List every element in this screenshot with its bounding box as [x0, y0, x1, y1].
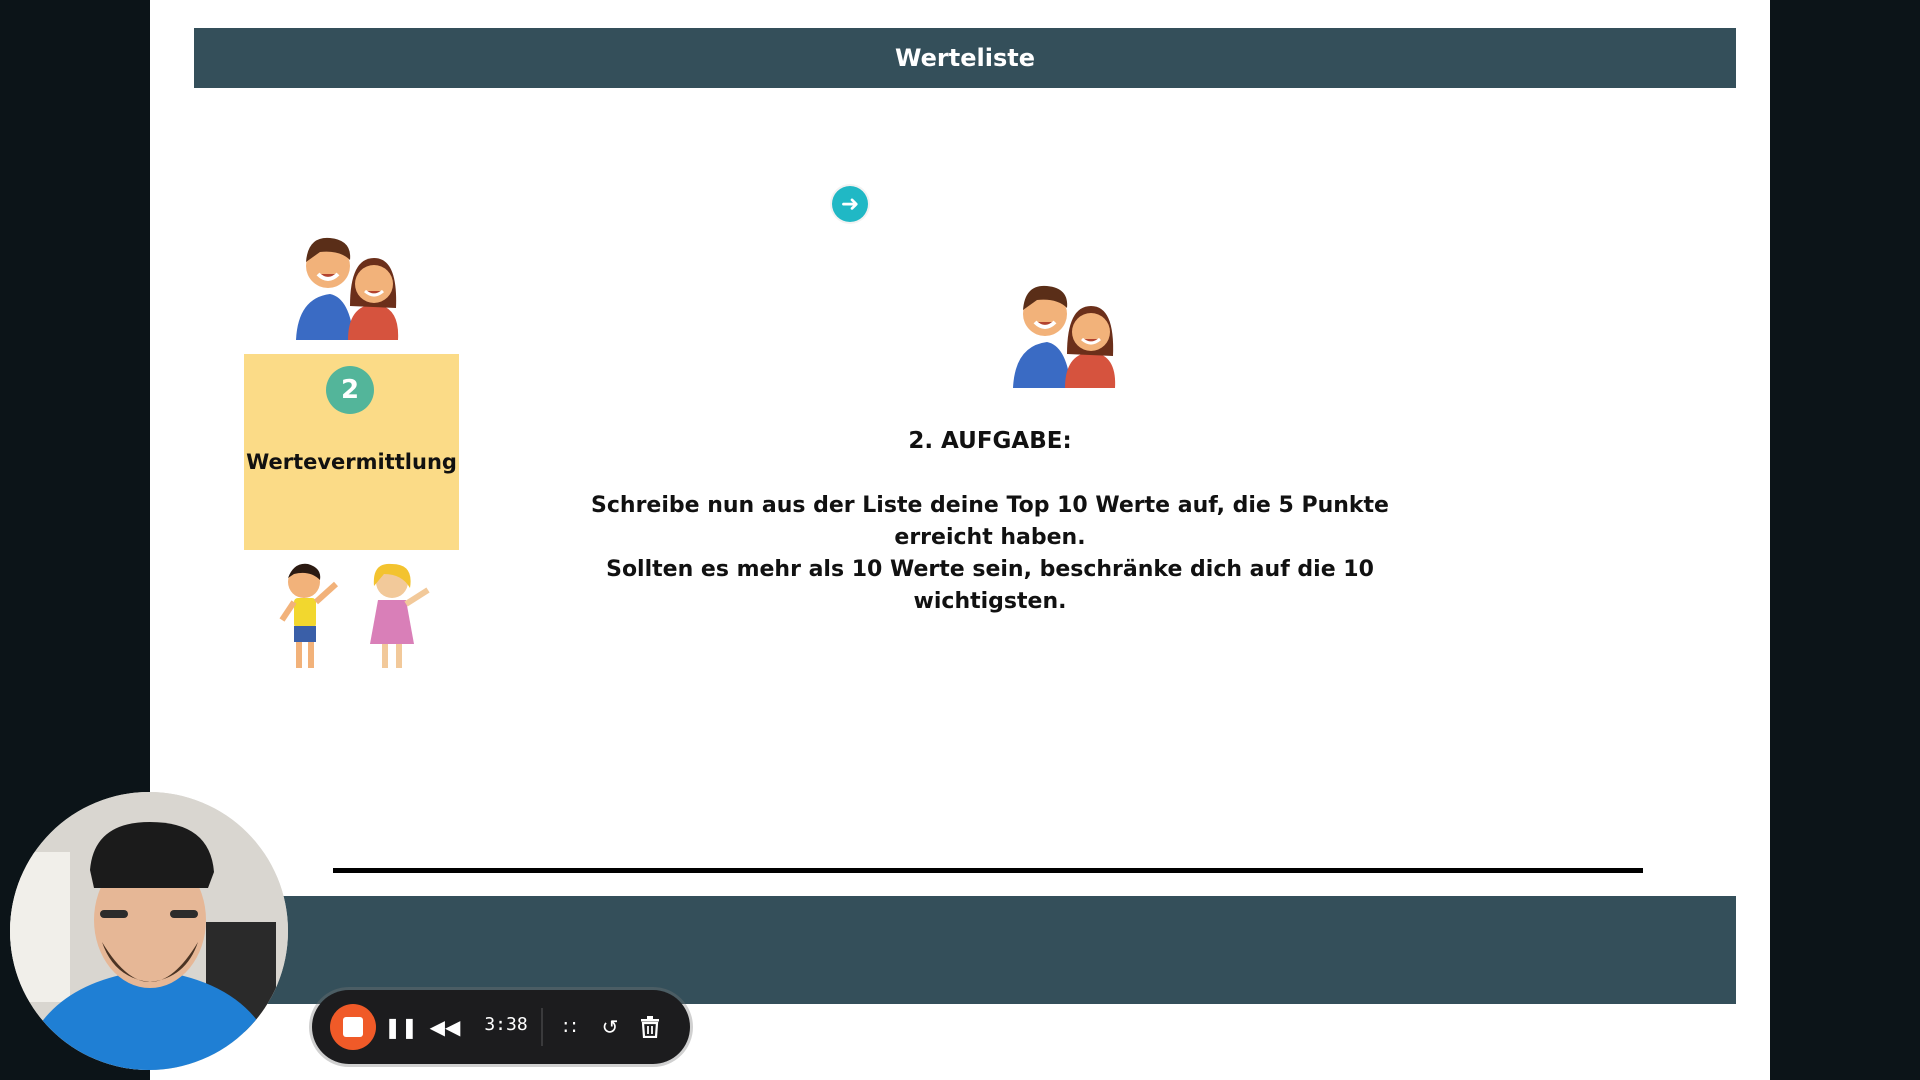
slide-footer-bar [194, 896, 1736, 1004]
couple-illustration-center [1013, 285, 1116, 388]
task-title: 2. AUFGABE: [908, 428, 1072, 454]
restart-icon: ↺ [601, 1015, 619, 1039]
presentation-slide: Werteliste ➜ 2 Wertevermittlung 2. AUFGA… [150, 0, 1770, 1080]
restart-button[interactable]: ↺ [595, 1012, 625, 1042]
step-sticky-note: 2 Wertevermittlung [244, 354, 459, 550]
trash-icon [641, 1016, 659, 1038]
slide-header-bar: Werteliste [194, 28, 1736, 88]
rewind-button[interactable]: ◀◀ [429, 1012, 461, 1042]
delete-button[interactable] [635, 1012, 665, 1042]
pause-icon: ❚❚ [384, 1015, 418, 1039]
separator-line [333, 868, 1643, 873]
step-label: Wertevermittlung [246, 450, 457, 474]
pause-button[interactable]: ❚❚ [384, 1012, 418, 1042]
presenter-video [10, 792, 288, 1070]
kids-illustration [279, 563, 430, 668]
recording-control-bar: ❚❚ ◀◀ 3:38 ∷ ↺ [312, 990, 690, 1064]
task-line: Sollten es mehr als 10 Werte sein, besch… [606, 557, 1374, 614]
step-number-badge: 2 [326, 366, 374, 414]
arrow-right-circle-icon: ➜ [832, 186, 868, 222]
dot-grid-icon: ∷ [563, 1015, 577, 1039]
recording-timer: 3:38 [484, 1014, 528, 1035]
webcam-bubble[interactable] [10, 792, 288, 1070]
stop-icon [343, 1017, 363, 1037]
stop-recording-button[interactable] [330, 1004, 376, 1050]
grid-button[interactable]: ∷ [555, 1012, 585, 1042]
slide-title: Werteliste [895, 44, 1035, 72]
task-line: Schreibe nun aus der Liste deine Top 10 … [591, 493, 1389, 550]
task-instructions: Schreibe nun aus der Liste deine Top 10 … [590, 490, 1390, 618]
toolbar-divider [541, 1008, 543, 1046]
rewind-icon: ◀◀ [429, 1015, 461, 1039]
couple-illustration [296, 237, 399, 340]
